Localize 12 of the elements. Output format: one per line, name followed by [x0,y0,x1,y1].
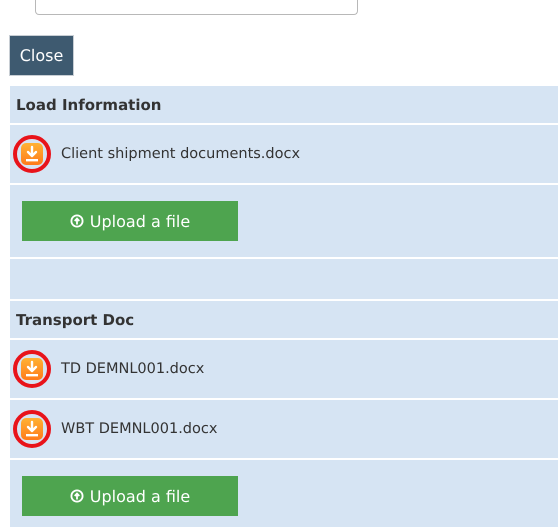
download-icon[interactable] [13,350,51,388]
file-link[interactable]: TD DEMNL001.docx [61,361,204,377]
section-header: Transport Doc [10,301,558,340]
file-link[interactable]: WBT DEMNL001.docx [61,421,218,437]
download-icon[interactable] [13,135,51,173]
close-button[interactable]: Close [9,35,74,76]
upload-icon [70,489,84,503]
file-link[interactable]: Client shipment documents.docx [61,146,300,162]
upload-icon [70,214,84,228]
download-icon[interactable] [13,410,51,448]
text-field[interactable] [35,0,358,15]
section-header: Load Information [10,86,558,125]
